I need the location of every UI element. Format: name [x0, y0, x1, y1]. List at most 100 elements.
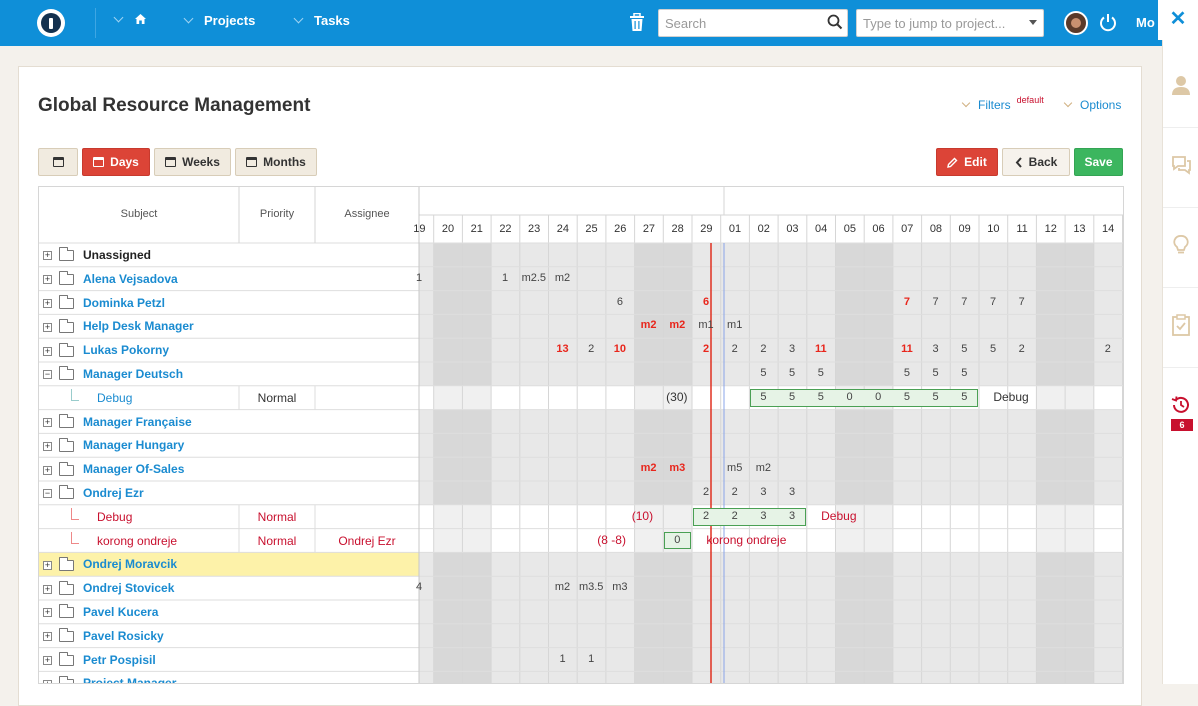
task-name[interactable]: korong ondreje — [97, 534, 177, 548]
group-row[interactable]: + Petr Pospisil — [43, 651, 156, 667]
allocation-value[interactable]: 3 — [778, 510, 806, 522]
column-header-subject[interactable]: Subject — [39, 208, 239, 220]
tasks-menu[interactable]: Tasks — [293, 13, 350, 28]
group-name[interactable]: Unassigned — [83, 248, 151, 262]
allocation-value[interactable]: 1 — [405, 272, 433, 284]
allocation-value[interactable]: 5 — [893, 367, 921, 379]
allocation-value[interactable]: 3 — [778, 486, 806, 498]
expand-icon[interactable]: + — [43, 560, 52, 570]
allocation-value[interactable]: m3 — [606, 581, 634, 593]
power-icon[interactable] — [1099, 13, 1117, 32]
allocation-value[interactable]: 6 — [606, 296, 634, 308]
allocation-value[interactable]: 11 — [807, 343, 835, 355]
expand-icon[interactable]: + — [43, 346, 52, 356]
group-row[interactable]: + Manager Hungary — [43, 437, 184, 452]
allocation-value[interactable]: m2.5 — [520, 272, 548, 284]
edit-button[interactable]: Edit — [936, 148, 998, 176]
allocation-value[interactable]: 10 — [606, 343, 634, 355]
home-nav[interactable] — [113, 12, 147, 25]
expand-icon[interactable]: + — [43, 275, 52, 285]
group-row[interactable]: + Project Manager — [43, 675, 176, 683]
allocation-value[interactable]: 5 — [893, 391, 921, 403]
options-link[interactable]: Options — [1063, 98, 1121, 112]
column-header-priority[interactable]: Priority — [239, 208, 315, 220]
allocation-value[interactable]: m2 — [635, 462, 663, 474]
filters-link[interactable]: Filters default — [961, 95, 1044, 112]
group-row[interactable]: + Pavel Rosicky — [43, 628, 164, 643]
group-row[interactable]: + Lukas Pokorny — [43, 342, 169, 357]
allocation-value[interactable]: 13 — [549, 343, 577, 355]
avatar[interactable] — [1064, 11, 1088, 35]
jump-to-project-select[interactable]: Type to jump to project... — [856, 9, 1044, 37]
back-button[interactable]: Back — [1002, 148, 1070, 176]
group-name[interactable]: Help Desk Manager — [83, 319, 194, 333]
allocation-value[interactable]: 5 — [950, 391, 978, 403]
trash-icon[interactable] — [629, 13, 645, 32]
group-row[interactable]: + Manager Française — [43, 413, 192, 429]
expand-icon[interactable]: + — [43, 251, 52, 261]
clipboard-check-icon[interactable] — [1170, 314, 1192, 336]
allocation-value[interactable]: 5 — [950, 367, 978, 379]
user-icon[interactable] — [1170, 74, 1192, 96]
search-input[interactable]: Search — [658, 9, 848, 37]
group-name[interactable]: Pavel Rosicky — [83, 629, 164, 643]
allocation-value[interactable]: 2 — [692, 343, 720, 355]
expand-icon[interactable]: + — [43, 584, 52, 594]
expand-icon[interactable]: + — [43, 655, 52, 665]
allocation-value[interactable]: 3 — [749, 486, 777, 498]
allocation-value[interactable]: 2 — [721, 486, 749, 498]
app-logo[interactable] — [37, 9, 65, 37]
projects-menu[interactable]: Projects — [183, 13, 255, 28]
group-row[interactable]: + Unassigned — [43, 247, 151, 262]
allocation-value[interactable]: 5 — [922, 391, 950, 403]
allocation-value[interactable]: m5 — [721, 462, 749, 474]
group-name[interactable]: Petr Pospisil — [83, 653, 156, 667]
allocation-value[interactable]: 5 — [922, 367, 950, 379]
collapse-icon[interactable]: − — [43, 370, 52, 380]
group-name[interactable]: Ondrej Stovicek — [83, 581, 174, 595]
group-name[interactable]: Dominka Petzl — [83, 296, 165, 310]
allocation-value[interactable]: 1 — [577, 653, 605, 665]
allocation-value[interactable]: 7 — [950, 296, 978, 308]
group-row[interactable]: + Alena Vejsadova — [43, 271, 178, 286]
lightbulb-icon[interactable] — [1170, 234, 1192, 256]
allocation-value[interactable]: m2 — [749, 462, 777, 474]
group-row[interactable]: + Help Desk Manager — [43, 318, 194, 333]
weeks-button[interactable]: Weeks — [154, 148, 231, 176]
allocation-value[interactable]: 0 — [864, 391, 892, 403]
expand-icon[interactable]: + — [43, 298, 52, 308]
group-name[interactable]: Ondrej Moravcik — [83, 557, 177, 571]
more-menu[interactable]: Mo — [1136, 15, 1155, 30]
allocation-value[interactable]: 0 — [663, 534, 691, 546]
allocation-value[interactable]: 2 — [749, 343, 777, 355]
allocation-value[interactable]: m2 — [549, 581, 577, 593]
allocation-value[interactable]: 1 — [549, 653, 577, 665]
allocation-value[interactable]: 5 — [749, 367, 777, 379]
allocation-value[interactable]: 5 — [807, 391, 835, 403]
expand-icon[interactable]: + — [43, 465, 52, 475]
allocation-value[interactable]: m1 — [692, 319, 720, 331]
months-button[interactable]: Months — [235, 148, 317, 176]
allocation-value[interactable]: 4 — [405, 581, 433, 593]
collapse-icon[interactable]: − — [43, 489, 52, 499]
allocation-value[interactable]: 6 — [692, 296, 720, 308]
allocation-value[interactable]: m2 — [549, 272, 577, 284]
task-name[interactable]: Debug — [97, 391, 132, 405]
allocation-value[interactable]: 5 — [979, 343, 1007, 355]
allocation-value[interactable]: 2 — [692, 510, 720, 522]
save-button[interactable]: Save — [1074, 148, 1123, 176]
allocation-value[interactable]: 2 — [721, 343, 749, 355]
group-name[interactable]: Manager Of-Sales — [83, 462, 184, 476]
allocation-value[interactable]: 5 — [778, 391, 806, 403]
allocation-value[interactable]: 7 — [1008, 296, 1036, 308]
search-icon[interactable] — [827, 14, 843, 30]
allocation-value[interactable]: 2 — [721, 510, 749, 522]
expand-icon[interactable]: + — [43, 632, 52, 642]
allocation-value[interactable]: 0 — [836, 391, 864, 403]
group-row[interactable]: + Dominka Petzl — [43, 294, 165, 310]
group-name[interactable]: Pavel Kucera — [83, 605, 158, 619]
allocation-value[interactable]: 2 — [1094, 343, 1122, 355]
calendar-button[interactable] — [38, 148, 78, 176]
group-name[interactable]: Lukas Pokorny — [83, 343, 169, 357]
allocation-value[interactable]: 2 — [577, 343, 605, 355]
